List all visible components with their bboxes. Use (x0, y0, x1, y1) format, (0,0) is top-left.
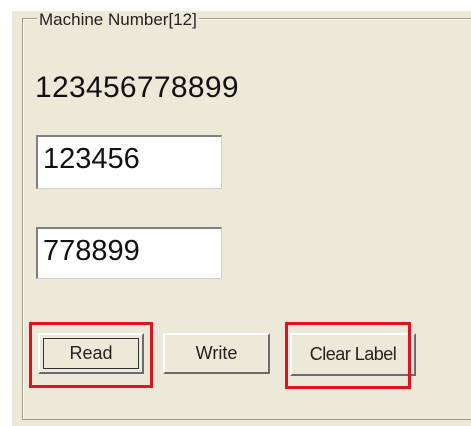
groupbox-title: Machine Number[12] (37, 10, 199, 29)
read-button-highlight (29, 322, 153, 388)
clear-label-button-highlight (285, 322, 411, 389)
serial-number-label: 123456778899 (35, 71, 239, 104)
left-margin (0, 0, 12, 426)
serial-part1-input[interactable]: 123456 (36, 135, 222, 189)
serial-part2-input[interactable]: 778899 (36, 227, 222, 279)
write-button[interactable]: Write (163, 333, 270, 374)
